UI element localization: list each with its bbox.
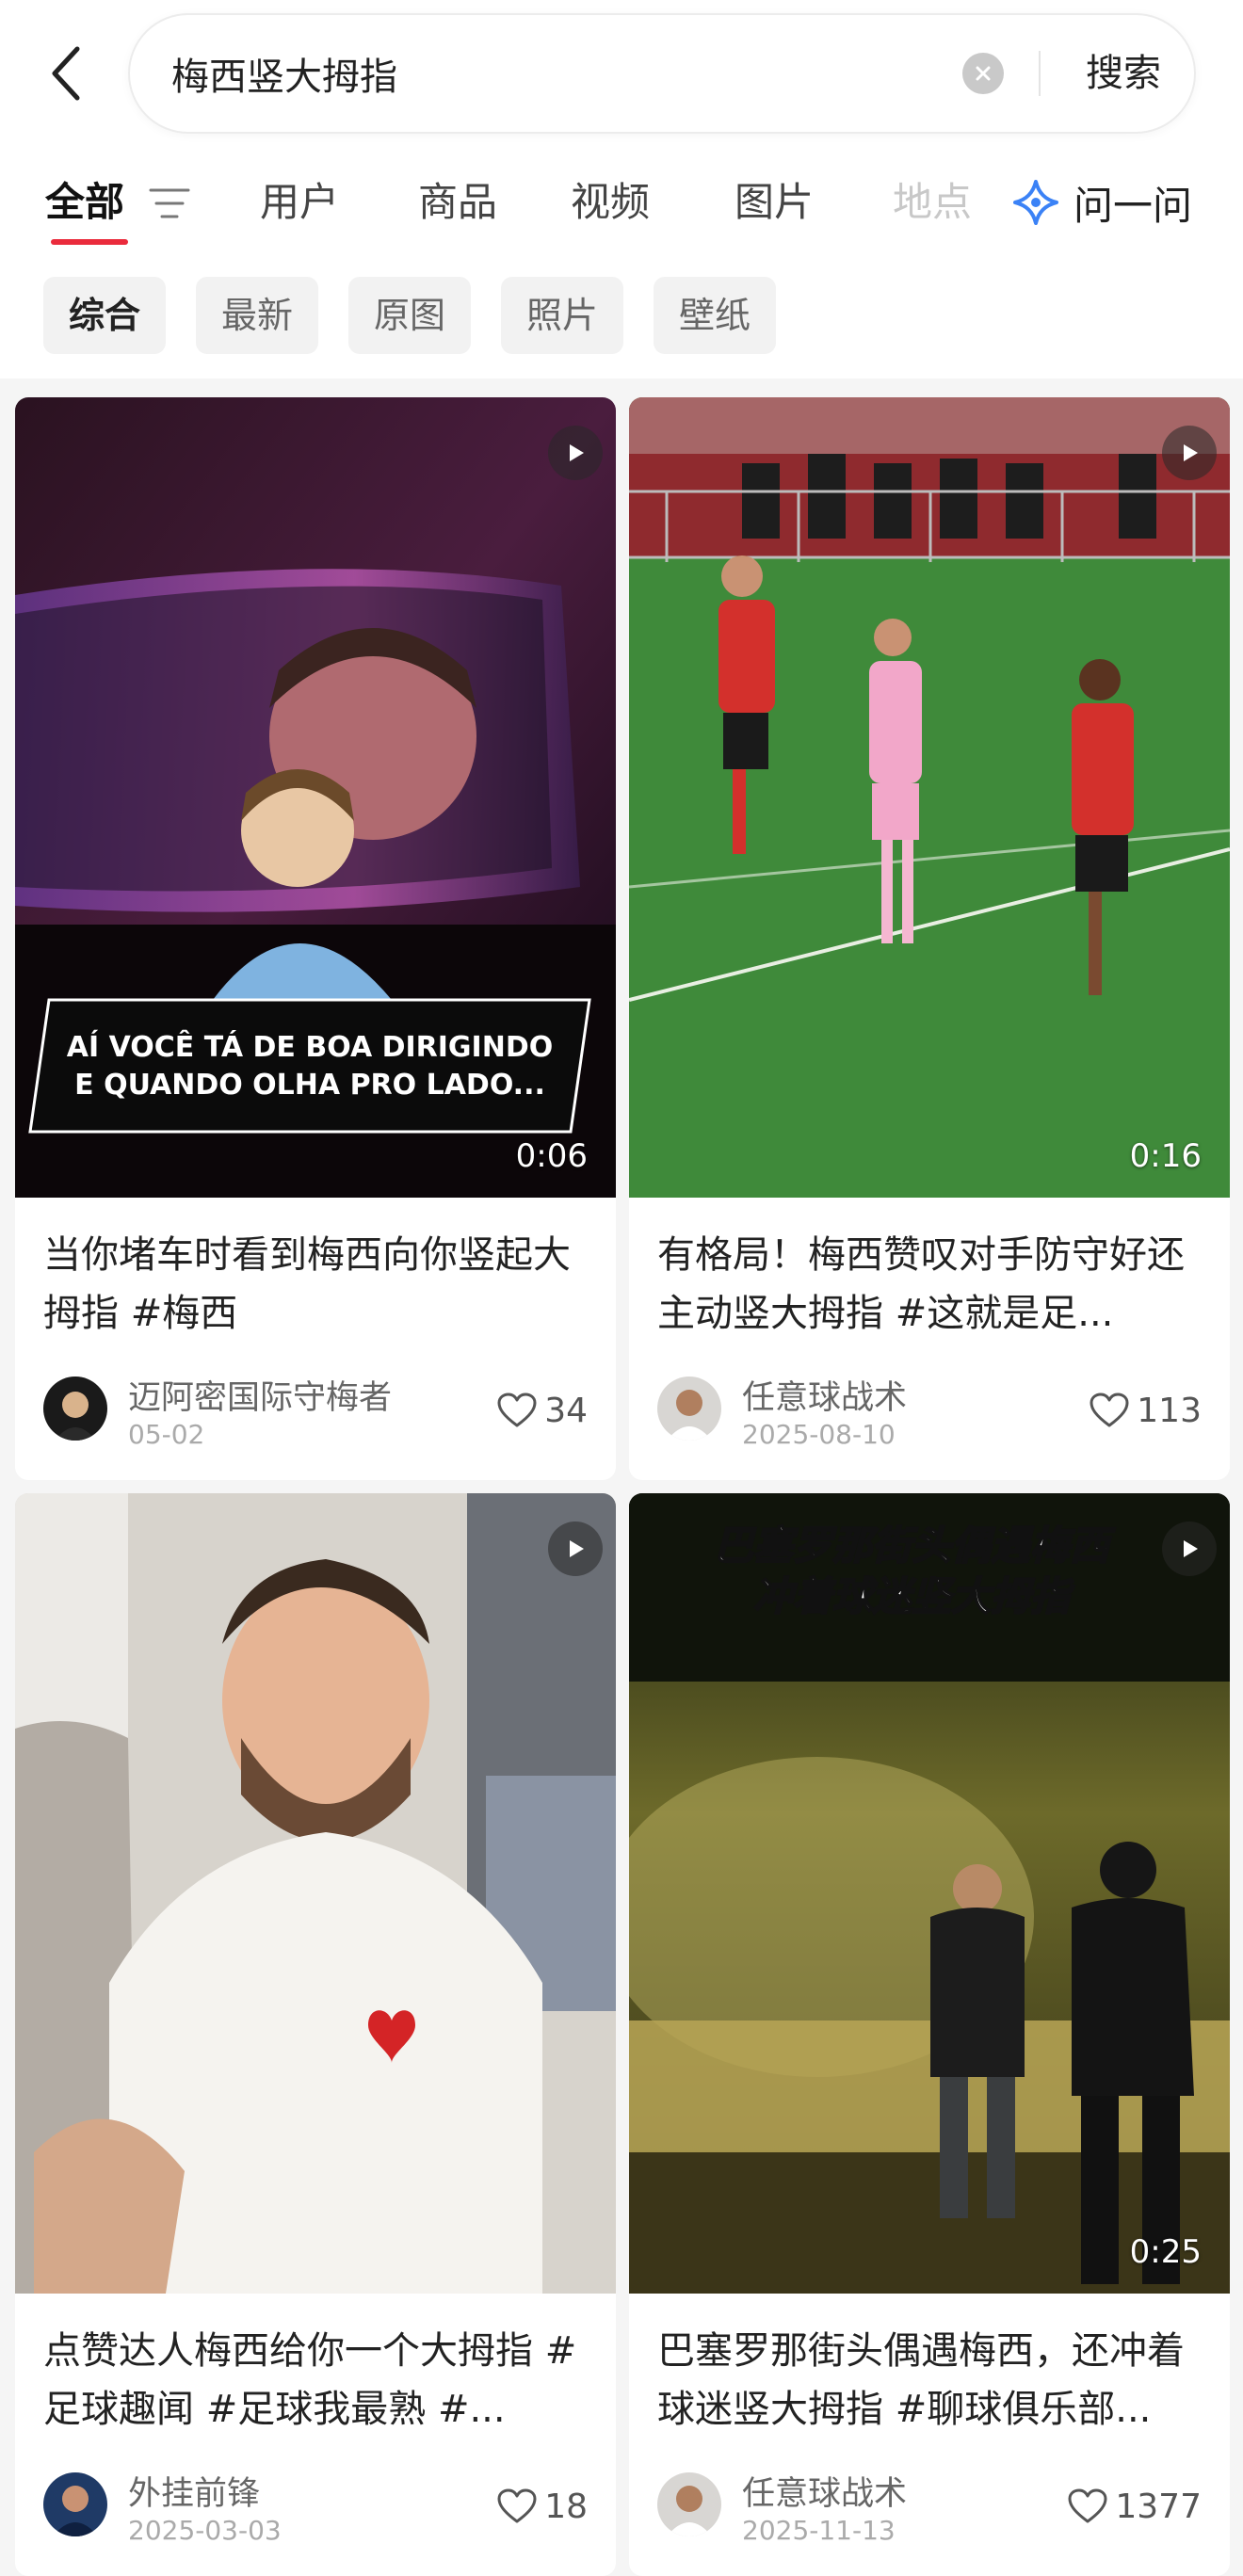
avatar[interactable] [657, 1377, 721, 1441]
heart-icon [497, 2488, 537, 2523]
tab-products[interactable]: 商品 [418, 169, 497, 235]
thumbnail-caption-line1: 巴塞罗那街头偶遇梅西 [714, 1522, 1116, 1569]
tab-active-indicator [51, 239, 128, 245]
card-title: 有格局！梅西赞叹对手防守好还主动竖大拇指 #这就是足... [657, 1233, 1185, 1335]
card-title: 点赞达人梅西给你一个大拇指 #足球趣闻 #足球我最熟 #... [43, 2329, 577, 2431]
feed-card[interactable]: AÍ VOCÊ TÁ DE BOA DIRIGINDO E QUANDO OLH… [15, 397, 616, 1480]
like-button[interactable]: 1377 [1068, 2484, 1202, 2529]
back-button[interactable] [38, 38, 94, 109]
like-button[interactable]: 18 [497, 2484, 588, 2529]
avatar[interactable] [43, 2472, 107, 2536]
clear-icon [976, 66, 991, 81]
video-duration: 0:16 [1129, 1137, 1202, 1175]
author-name[interactable]: 任意球战术 [742, 1371, 907, 1419]
chip-photos[interactable]: 照片 [501, 277, 623, 354]
search-divider [1039, 51, 1041, 96]
like-button[interactable]: 34 [497, 1388, 588, 1433]
feed-card[interactable]: 0:16 有格局！梅西赞叹对手防守好还主动竖大拇指 #这就是足... 任意球战术… [629, 397, 1230, 1480]
chip-latest[interactable]: 最新 [196, 277, 318, 354]
feed-card[interactable]: 巴塞罗那街头偶遇梅西 冲着球迷竖大拇指 0:25 巴塞罗那街头偶遇梅西，还冲着球… [629, 1493, 1230, 2576]
like-count: 113 [1137, 1391, 1202, 1430]
post-date: 2025-03-03 [128, 2515, 282, 2546]
avatar[interactable] [43, 1377, 107, 1441]
heart-icon [1090, 1393, 1129, 1427]
heart-icon [1068, 2488, 1107, 2523]
back-arrow-icon [52, 46, 80, 101]
avatar[interactable] [657, 2472, 721, 2536]
author-name[interactable]: 任意球战术 [742, 2467, 907, 2515]
video-thumbnail[interactable]: 0:16 [629, 397, 1230, 1198]
video-duration: 0:25 [1129, 2233, 1202, 2271]
tab-all[interactable]: 全部 [45, 169, 124, 235]
thumbnail-caption-line1: AÍ VOCÊ TÁ DE BOA DIRIGINDO [67, 1030, 553, 1064]
tab-videos[interactable]: 视频 [571, 169, 650, 235]
filter-icon[interactable] [149, 185, 190, 222]
play-icon [548, 426, 603, 480]
heart-icon [497, 1393, 537, 1427]
play-icon [548, 1521, 603, 1576]
chip-wallpapers[interactable]: 壁纸 [654, 277, 776, 354]
tab-users[interactable]: 用户 [260, 169, 339, 235]
tab-places[interactable]: 地点 [893, 169, 972, 235]
thumbnail-caption-line2: 冲着球迷竖大拇指 [753, 1573, 1075, 1619]
search-input[interactable] [171, 15, 962, 132]
post-date: 2025-08-10 [742, 1419, 896, 1450]
author-name[interactable]: 外挂前锋 [128, 2467, 260, 2515]
thumbnail-caption-line2: E QUANDO OLHA PRO LADO... [74, 1069, 545, 1102]
clear-button[interactable] [962, 53, 1004, 94]
author-name[interactable]: 迈阿密国际守梅者 [128, 1371, 392, 1419]
card-title: 当你堵车时看到梅西向你竖起大拇指 #梅西 [43, 1233, 571, 1335]
chip-original[interactable]: 原图 [348, 277, 471, 354]
chip-comprehensive[interactable]: 综合 [43, 277, 166, 354]
feed-card[interactable]: 点赞达人梅西给你一个大拇指 #足球趣闻 #足球我最熟 #... 外挂前锋 202… [15, 1493, 616, 2576]
search-button[interactable]: 搜索 [1062, 43, 1185, 104]
video-thumbnail[interactable]: 巴塞罗那街头偶遇梅西 冲着球迷竖大拇指 0:25 [629, 1493, 1230, 2294]
like-count: 18 [544, 2487, 588, 2526]
post-date: 2025-11-13 [742, 2515, 896, 2546]
video-thumbnail[interactable]: AÍ VOCÊ TÁ DE BOA DIRIGINDO E QUANDO OLH… [15, 397, 616, 1198]
play-icon [1162, 426, 1217, 480]
like-button[interactable]: 113 [1090, 1388, 1202, 1433]
tab-images[interactable]: 图片 [734, 169, 814, 235]
ask-button[interactable]: 问一问 [1004, 168, 1243, 237]
ask-label: 问一问 [1074, 182, 1193, 229]
video-thumbnail[interactable] [15, 1493, 616, 2294]
like-count: 34 [544, 1391, 588, 1430]
like-count: 1377 [1115, 2487, 1202, 2526]
card-title: 巴塞罗那街头偶遇梅西，还冲着球迷竖大拇指 #聊球俱乐部... [657, 2329, 1185, 2431]
post-date: 05-02 [128, 1419, 205, 1450]
play-icon [1162, 1521, 1217, 1576]
sparkle-icon [1013, 180, 1058, 225]
search-bar: 搜索 [128, 13, 1196, 134]
video-duration: 0:06 [515, 1137, 588, 1175]
header: 搜索 全部 用户 商品 视频 图片 地点 问一问 综合 最新 原图 照片 壁纸 [0, 0, 1243, 378]
